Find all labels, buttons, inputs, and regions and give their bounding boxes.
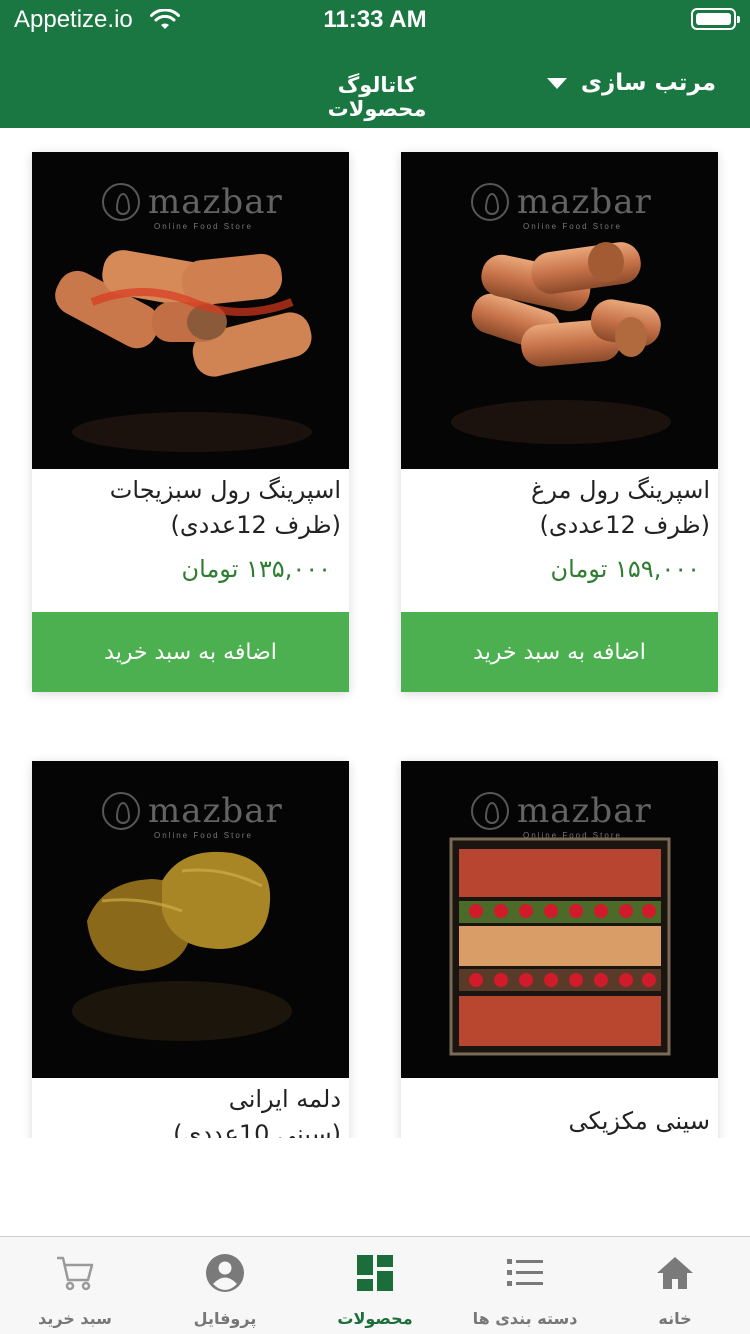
product-image: mazbar Online Food Store	[32, 152, 349, 469]
product-card[interactable]: mazbar Online Food Store اسپرینگ رول مرغ…	[401, 152, 718, 692]
product-card[interactable]: mazbar Online Food Store دلمه ایرانی (سی…	[32, 761, 349, 1138]
tab-profile[interactable]: پروفایل	[150, 1237, 300, 1334]
profile-icon	[206, 1254, 244, 1292]
product-name: دلمه ایرانی	[228, 1085, 341, 1113]
product-info: سینی مکزیکی	[401, 1078, 718, 1138]
spring-rolls-illustration	[451, 242, 671, 444]
list-icon	[507, 1259, 543, 1286]
product-card[interactable]: mazbar Online Food Store اسپرینگ رول سبز…	[32, 152, 349, 692]
sort-label: مرتب سازی	[580, 70, 716, 96]
sort-button[interactable]: مرتب سازی	[546, 70, 716, 96]
product-name: اسپرینگ رول سبزیجات	[109, 476, 341, 504]
add-to-cart-button[interactable]: اضافه به سبد خرید	[401, 612, 718, 692]
bottom-tab-bar: خانه دسته بندی ها محصولات پروفایل سبد خر…	[0, 1236, 750, 1334]
app-header: Appetize.io 11:33 AM مرتب سازی کاتالوگ م…	[0, 0, 750, 128]
app-screen: Appetize.io 11:33 AM مرتب سازی کاتالوگ م…	[0, 0, 750, 1334]
tab-home[interactable]: خانه	[600, 1237, 750, 1334]
product-info: اسپرینگ رول مرغ (ظرف 12عددی) ۱۵۹,۰۰۰ توم…	[401, 469, 718, 589]
product-price: ۱۵۹,۰۰۰ تومان	[550, 555, 700, 583]
status-time: 11:33 AM	[323, 6, 427, 33]
tab-label: پروفایل	[193, 1309, 257, 1328]
product-package: (ظرف 12عددی)	[539, 511, 710, 539]
product-image: mazbar Online Food Store	[32, 761, 349, 1078]
product-image: mazbar Online Food Store	[401, 761, 718, 1078]
mexican-tray-illustration	[449, 837, 671, 1056]
product-package: (سینی 10عددی)	[173, 1120, 341, 1138]
product-price: ۱۳۵,۰۰۰ تومان	[181, 555, 331, 583]
product-package: (ظرف 12عددی)	[170, 511, 341, 539]
product-name: سینی مکزیکی	[568, 1107, 710, 1135]
product-info: اسپرینگ رول سبزیجات (ظرف 12عددی) ۱۳۵,۰۰۰…	[32, 469, 349, 589]
tab-cart[interactable]: سبد خرید	[0, 1237, 150, 1334]
spring-rolls-illustration	[55, 250, 312, 452]
product-grid: mazbar Online Food Store اسپرینگ رول مرغ…	[0, 128, 750, 1138]
tab-categories[interactable]: دسته بندی ها	[450, 1237, 600, 1334]
product-image: mazbar Online Food Store	[401, 152, 718, 469]
product-card[interactable]: mazbar Online Food Store سینی مکزیکی	[401, 761, 718, 1138]
add-to-cart-button[interactable]: اضافه به سبد خرید	[32, 612, 349, 692]
product-name: اسپرینگ رول مرغ	[531, 476, 710, 504]
tab-products[interactable]: محصولات	[300, 1237, 450, 1334]
page-title: کاتالوگ محصولات	[327, 73, 427, 121]
product-info: دلمه ایرانی (سینی 10عددی)	[32, 1078, 349, 1138]
tab-label: دسته بندی ها	[472, 1309, 578, 1328]
tab-label: محصولات	[337, 1309, 413, 1328]
dolma-illustration	[72, 851, 292, 1041]
status-bar: Appetize.io 11:33 AM	[0, 0, 750, 42]
tab-label: سبد خرید	[38, 1309, 112, 1328]
battery-icon	[691, 8, 740, 30]
grid-icon	[357, 1255, 393, 1291]
home-icon	[657, 1257, 693, 1289]
nav-bar: مرتب سازی کاتالوگ محصولات	[0, 42, 750, 128]
caret-down-icon	[546, 77, 567, 89]
tab-label: خانه	[658, 1309, 692, 1328]
cart-icon	[57, 1256, 94, 1291]
